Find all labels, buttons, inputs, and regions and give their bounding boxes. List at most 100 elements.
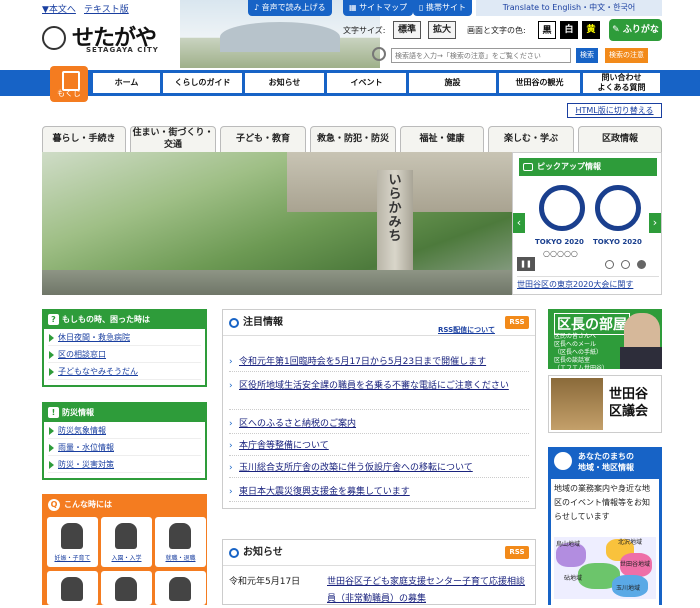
mayor-line-1: 区民の皆さんへ bbox=[554, 333, 597, 340]
site-logo[interactable]: せたがや SETAGAYA CITY bbox=[42, 20, 172, 54]
emergency-link-hospital[interactable]: 休日夜間・救急病院 bbox=[48, 329, 201, 346]
gnav-living-guide[interactable]: くらしのガイド bbox=[162, 73, 242, 93]
disaster-link-measures[interactable]: 防災・災害対策 bbox=[48, 456, 201, 473]
pickup-caption-link[interactable]: 世田谷区の東京2020大会に関す bbox=[517, 276, 659, 290]
gnav-tourism[interactable]: 世田谷の観光 bbox=[498, 73, 580, 93]
tab-welfare-health[interactable]: 福祉・健康 bbox=[400, 126, 484, 152]
tile-pregnancy-label: 妊娠・子育て bbox=[54, 555, 91, 562]
city-council-banner[interactable]: 世田谷 区議会 bbox=[548, 375, 662, 433]
tile-row2-1[interactable] bbox=[47, 571, 98, 605]
font-size-label: 文字サイズ: bbox=[343, 26, 386, 35]
konna-toki-box: Q こんな時には 妊娠・子育て 入園・入学 就職・退職 bbox=[42, 494, 207, 605]
ring-icon bbox=[229, 548, 239, 558]
gnav-events[interactable]: イベント bbox=[326, 73, 406, 93]
search-notes-button[interactable]: 検索の注意 bbox=[605, 48, 648, 63]
featured-item-2[interactable]: 区役所地域生活安全課の職員を名乗る不審な電話にご注意ください bbox=[229, 378, 529, 410]
wheelchair-icon bbox=[169, 577, 191, 601]
news-header: お知らせ RSS bbox=[223, 540, 535, 566]
featured-item-1[interactable]: 令和元年第1回臨時会を5月17日から5月23日まで開催します bbox=[229, 354, 529, 372]
translate-bar[interactable]: Translate to English・中文・한국어 bbox=[476, 0, 662, 16]
map-label-kitazawa: 北沢地域 bbox=[618, 539, 643, 546]
disaster-header: ! 防災情報 bbox=[44, 404, 205, 422]
rss-about-link[interactable]: RSS配信について bbox=[438, 317, 495, 343]
news-item-link[interactable]: 世田谷区子ども家庭支援センター子育て応援相談員（非常勤職員）の募集 bbox=[327, 574, 527, 608]
color-black-button[interactable]: 黒 bbox=[538, 21, 556, 39]
tokyo2020-paralympic-logo[interactable] bbox=[595, 185, 641, 231]
mobile-site-label: 携帯サイト bbox=[425, 3, 466, 12]
emergency-link-children[interactable]: 子どもなやみそうだん bbox=[48, 363, 201, 380]
mayor-line-5: （エフエム世田谷） bbox=[554, 365, 609, 372]
html-version-switch[interactable]: HTML版に切り替える bbox=[567, 103, 662, 118]
sitemap-button[interactable]: ▦ サイトマップ bbox=[343, 0, 414, 16]
color-white-button[interactable]: 白 bbox=[560, 21, 578, 39]
text-version-link[interactable]: テキスト版 bbox=[84, 2, 129, 15]
search-button[interactable]: 検索 bbox=[576, 48, 598, 63]
news-title: お知らせ bbox=[243, 547, 283, 558]
emergency-header: ? もしもの時、困った時は bbox=[44, 311, 205, 329]
question-icon: ? bbox=[48, 314, 59, 325]
konna-title: こんな時には bbox=[64, 500, 112, 509]
color-yellow-button[interactable]: 黄 bbox=[582, 21, 600, 39]
council-chamber-image bbox=[551, 378, 603, 430]
mayor-room-banner[interactable]: 区長の部屋 区民の皆さんへ 区長へのメール （区長への手紙） 区長の談話室 （エ… bbox=[548, 309, 662, 372]
gnav-facilities[interactable]: 施設 bbox=[408, 73, 496, 93]
color-scheme-label: 画面と文字の色: bbox=[467, 26, 526, 35]
olympic-rings-icon: ○○○○○ bbox=[543, 249, 578, 258]
mayor-photo-suit bbox=[620, 347, 662, 369]
featured-item-3[interactable]: 区へのふるさと納税のご案内 bbox=[229, 416, 529, 434]
mobile-site-button[interactable]: ▯ 携帯サイト bbox=[413, 0, 472, 16]
tab-government-info[interactable]: 区政情報 bbox=[578, 126, 662, 152]
map-icon bbox=[554, 452, 572, 470]
map-label-kinuta: 砧地域 bbox=[564, 575, 583, 582]
tokyo2020-olympic-logo[interactable] bbox=[539, 185, 585, 231]
disaster-link-weather[interactable]: 防災気象情報 bbox=[48, 422, 201, 439]
map-label-setagaya: 世田谷地域 bbox=[620, 561, 651, 568]
read-aloud-button[interactable]: ♪ 音声で読み上げる bbox=[248, 0, 332, 16]
tab-children-education[interactable]: 子ども・教育 bbox=[220, 126, 306, 152]
news-date: 令和元年5月17日 bbox=[229, 577, 301, 587]
featured-item-4[interactable]: 本庁舎等整備について bbox=[229, 438, 529, 456]
search-input[interactable] bbox=[391, 48, 571, 63]
hero-image: いらかみち bbox=[42, 152, 512, 295]
skip-to-main-link[interactable]: ▼本文へ bbox=[42, 2, 76, 15]
tab-living-procedures[interactable]: 暮らし・手続き bbox=[42, 126, 126, 152]
furigana-button[interactable]: ✎ ふりがな bbox=[609, 19, 662, 41]
tab-housing-transport[interactable]: 住まい・街づくり・ 交通 bbox=[130, 126, 216, 152]
carousel-prev-button[interactable]: ‹ bbox=[513, 213, 525, 233]
carousel-next-button[interactable]: › bbox=[649, 213, 661, 233]
logo-subtitle: SETAGAYA CITY bbox=[86, 46, 159, 54]
read-aloud-label: 音声で読み上げる bbox=[261, 3, 326, 12]
tab-emergency-safety[interactable]: 救急・防犯・防災 bbox=[310, 126, 396, 152]
hero-ground bbox=[42, 270, 512, 295]
carousel-dot-2[interactable] bbox=[621, 260, 630, 269]
tile-enrollment-label: 入園・入学 bbox=[111, 555, 142, 562]
tile-pregnancy[interactable]: 妊娠・子育て bbox=[47, 517, 98, 567]
tile-row2-2[interactable] bbox=[101, 571, 152, 605]
gnav-home[interactable]: ホーム bbox=[92, 73, 160, 93]
tile-enrollment[interactable]: 入園・入学 bbox=[101, 517, 152, 567]
carousel-dot-1[interactable] bbox=[605, 260, 614, 269]
tab-enjoy-learn[interactable]: 楽しむ・学ぶ bbox=[488, 126, 574, 152]
gnav-contact-faq[interactable]: 問い合わせ よくある質問 bbox=[582, 73, 660, 93]
tile-employment[interactable]: 就職・退職 bbox=[155, 517, 206, 567]
emergency-link-consultation[interactable]: 区の相談窓口 bbox=[48, 346, 201, 363]
carousel-dot-3[interactable] bbox=[637, 260, 646, 269]
news-rss-button[interactable]: RSS bbox=[505, 546, 529, 559]
map-label-tamagawa: 玉川地域 bbox=[616, 585, 641, 592]
disaster-link-rainfall[interactable]: 雨量・水位情報 bbox=[48, 439, 201, 456]
featured-item-6[interactable]: 東日本大震災復興支援金を募集しています bbox=[229, 484, 529, 502]
area-info-header: あなたのまちの 地域・地区情報 bbox=[548, 447, 662, 477]
mayor-line-4: 区長の談話室 bbox=[554, 357, 591, 364]
area-map[interactable]: 烏山地域 北沢地域 世田谷地域 砧地域 玉川地域 bbox=[554, 537, 656, 599]
carousel-pause-button[interactable]: ❚❚ bbox=[517, 257, 535, 271]
rss-button[interactable]: RSS bbox=[505, 316, 529, 329]
gnav-news[interactable]: お知らせ bbox=[244, 73, 324, 93]
parent-child-icon bbox=[61, 523, 83, 549]
ring-icon bbox=[229, 318, 239, 328]
mokuji-button[interactable]: もくじ bbox=[50, 66, 88, 102]
font-large-button[interactable]: 拡大 bbox=[428, 21, 457, 39]
featured-item-5[interactable]: 玉川総合支所庁舎の改築に伴う仮設庁舎への移転について bbox=[229, 460, 529, 478]
tile-row2-3[interactable] bbox=[155, 571, 206, 605]
mayor-line-3: （区長への手紙） bbox=[554, 349, 603, 356]
font-standard-button[interactable]: 標準 bbox=[393, 21, 422, 39]
